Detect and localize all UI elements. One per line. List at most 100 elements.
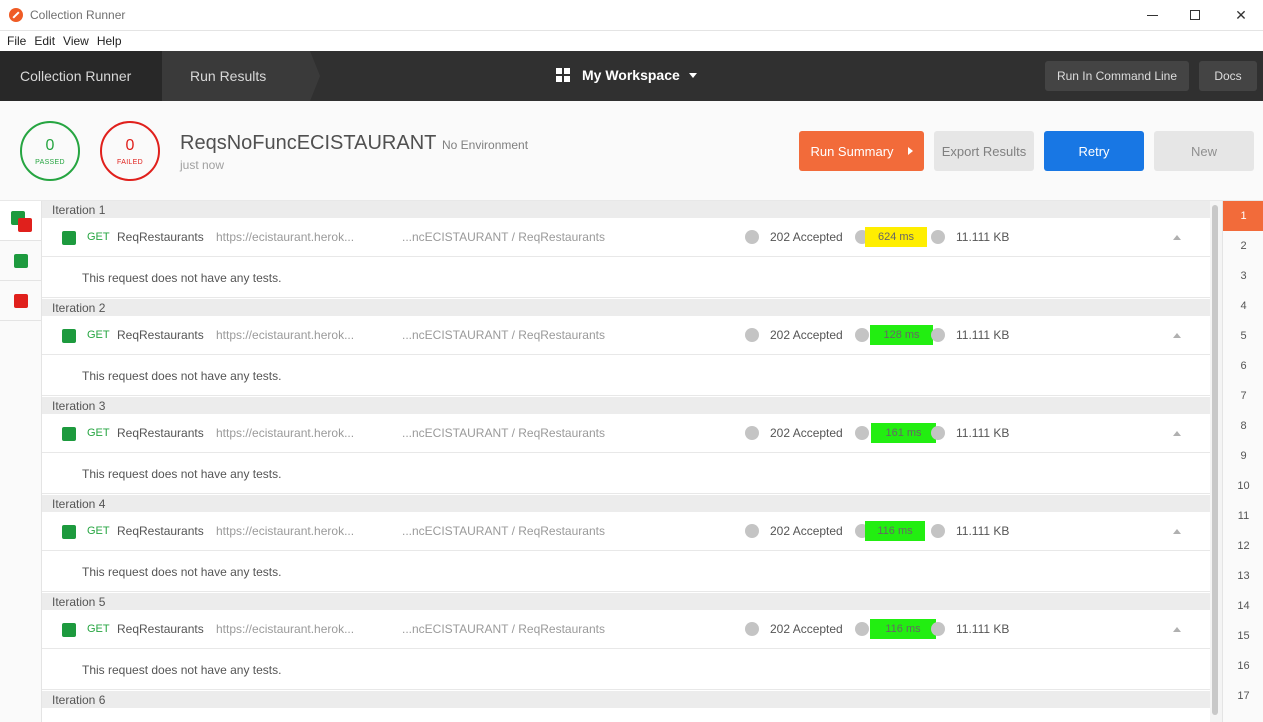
- failed-square-icon: [14, 294, 28, 308]
- iteration-index-item[interactable]: 15: [1223, 621, 1263, 651]
- iteration-index-item[interactable]: 2: [1223, 231, 1263, 261]
- collapse-caret-icon[interactable]: [1173, 235, 1181, 240]
- scrollbar-thumb[interactable]: [1212, 205, 1218, 715]
- request-row[interactable]: GET ReqRestaurants https://ecistaurant.h…: [42, 512, 1210, 551]
- request-path: ...ncECISTAURANT / ReqRestaurants: [402, 622, 605, 636]
- minimize-button[interactable]: [1137, 4, 1167, 26]
- filter-failed[interactable]: [0, 281, 41, 321]
- collapse-caret-icon[interactable]: [1173, 333, 1181, 338]
- request-row[interactable]: GET ReqRestaurants https://ecistaurant.h…: [42, 316, 1210, 355]
- status-dot-icon: [745, 524, 759, 538]
- iteration-header: Iteration 6: [42, 691, 1210, 708]
- iteration-header: Iteration 4: [42, 495, 1210, 512]
- close-button[interactable]: ✕: [1226, 4, 1256, 26]
- chevron-down-icon: [688, 72, 697, 78]
- iteration-header: Iteration 2: [42, 299, 1210, 316]
- request-method: GET: [87, 525, 110, 537]
- workspace-name: My Workspace: [582, 67, 680, 83]
- breadcrumb-run-results[interactable]: Run Results: [162, 51, 320, 101]
- export-results-button[interactable]: Export Results: [934, 131, 1034, 171]
- request-method: GET: [87, 231, 110, 243]
- iteration-index-item[interactable]: 6: [1223, 351, 1263, 381]
- top-navbar: Collection Runner Run Results My Workspa…: [0, 51, 1263, 101]
- failed-counter: 0 FAILED: [100, 121, 160, 181]
- request-path: ...ncECISTAURANT / ReqRestaurants: [402, 426, 605, 440]
- response-time: 128 ms: [870, 325, 933, 345]
- iteration-index-item[interactable]: 7: [1223, 381, 1263, 411]
- iteration-index-item[interactable]: 17: [1223, 681, 1263, 711]
- status-dot-icon: [745, 426, 759, 440]
- menu-file[interactable]: File: [7, 31, 26, 51]
- request-url: https://ecistaurant.herok...: [216, 622, 355, 636]
- iteration-index-item[interactable]: 9: [1223, 441, 1263, 471]
- failed-square-icon: [18, 218, 32, 232]
- response-status: 202 Accepted: [770, 524, 843, 538]
- collapse-caret-icon[interactable]: [1173, 431, 1181, 436]
- response-size: 11.111 KB: [956, 524, 1010, 538]
- menu-edit[interactable]: Edit: [34, 31, 55, 51]
- maximize-button[interactable]: [1180, 4, 1210, 26]
- iteration-index-item[interactable]: 5: [1223, 321, 1263, 351]
- iteration-index-item[interactable]: 14: [1223, 591, 1263, 621]
- failed-label: FAILED: [117, 158, 143, 166]
- response-time: 116 ms: [870, 619, 936, 639]
- new-button[interactable]: New: [1154, 131, 1254, 171]
- iteration-index-item[interactable]: 13: [1223, 561, 1263, 591]
- time-dot-icon: [855, 622, 869, 636]
- workspace-switcher[interactable]: My Workspace: [556, 67, 697, 83]
- iteration-index-item[interactable]: 12: [1223, 531, 1263, 561]
- run-summary-label: Run Summary: [810, 143, 894, 159]
- run-timestamp: just now: [180, 158, 225, 172]
- size-dot-icon: [931, 328, 945, 342]
- test-message: This request does not have any tests.: [42, 454, 1210, 494]
- response-status: 202 Accepted: [770, 426, 843, 440]
- collapse-caret-icon[interactable]: [1173, 627, 1181, 632]
- response-size: 11.111 KB: [956, 426, 1010, 440]
- response-size: 11.111 KB: [956, 328, 1010, 342]
- request-row[interactable]: GET ReqRestaurants https://ecistaurant.h…: [42, 218, 1210, 257]
- failed-count: 0: [125, 136, 135, 154]
- iteration-index-item[interactable]: 11: [1223, 501, 1263, 531]
- filter-all[interactable]: [0, 201, 41, 241]
- window-titlebar: Collection Runner ✕: [0, 0, 1263, 31]
- response-time: 624 ms: [865, 227, 927, 247]
- request-name: ReqRestaurants: [117, 328, 204, 342]
- iteration-index-item[interactable]: 3: [1223, 261, 1263, 291]
- docs-button[interactable]: Docs: [1199, 61, 1257, 91]
- request-row[interactable]: GET ReqRestaurants https://ecistaurant.h…: [42, 610, 1210, 649]
- iteration-index-item[interactable]: 1: [1223, 201, 1263, 231]
- menu-help[interactable]: Help: [97, 31, 122, 51]
- status-dot-icon: [745, 328, 759, 342]
- result-filter-column: [0, 201, 42, 722]
- results-scrollbar[interactable]: [1210, 201, 1222, 722]
- menu-view[interactable]: View: [63, 31, 89, 51]
- run-summary-button[interactable]: Run Summary: [799, 131, 924, 171]
- iteration-index-item[interactable]: 8: [1223, 411, 1263, 441]
- request-url: https://ecistaurant.herok...: [216, 230, 355, 244]
- test-message: This request does not have any tests.: [42, 258, 1210, 298]
- passed-label: PASSED: [35, 158, 65, 166]
- status-dot-icon: [745, 622, 759, 636]
- minimize-icon: [1146, 14, 1158, 16]
- request-name: ReqRestaurants: [117, 524, 204, 538]
- passed-square-icon: [14, 254, 28, 268]
- run-in-command-line-button[interactable]: Run In Command Line: [1045, 61, 1189, 91]
- iteration-index-item[interactable]: 16: [1223, 651, 1263, 681]
- test-message: This request does not have any tests.: [42, 356, 1210, 396]
- iteration-index-item[interactable]: 10: [1223, 471, 1263, 501]
- pass-status-icon: [62, 329, 76, 343]
- response-time: 116 ms: [865, 521, 925, 541]
- breadcrumb-collection-runner[interactable]: Collection Runner: [0, 51, 162, 101]
- filter-passed[interactable]: [0, 241, 41, 281]
- iteration-index: 1 2 3 4 5 6 7 8 9 10 11 12 13 14 15 16 1…: [1222, 201, 1263, 722]
- passed-count: 0: [45, 136, 55, 154]
- response-status: 202 Accepted: [770, 622, 843, 636]
- collapse-caret-icon[interactable]: [1173, 529, 1181, 534]
- retry-button[interactable]: Retry: [1044, 131, 1144, 171]
- request-method: GET: [87, 623, 110, 635]
- request-row[interactable]: GET ReqRestaurants https://ecistaurant.h…: [42, 414, 1210, 453]
- iteration-index-item[interactable]: 4: [1223, 291, 1263, 321]
- request-name: ReqRestaurants: [117, 230, 204, 244]
- postman-logo-icon: [9, 8, 23, 22]
- run-summary-header: 0 PASSED 0 FAILED ReqsNoFuncECISTAURANT …: [0, 101, 1263, 201]
